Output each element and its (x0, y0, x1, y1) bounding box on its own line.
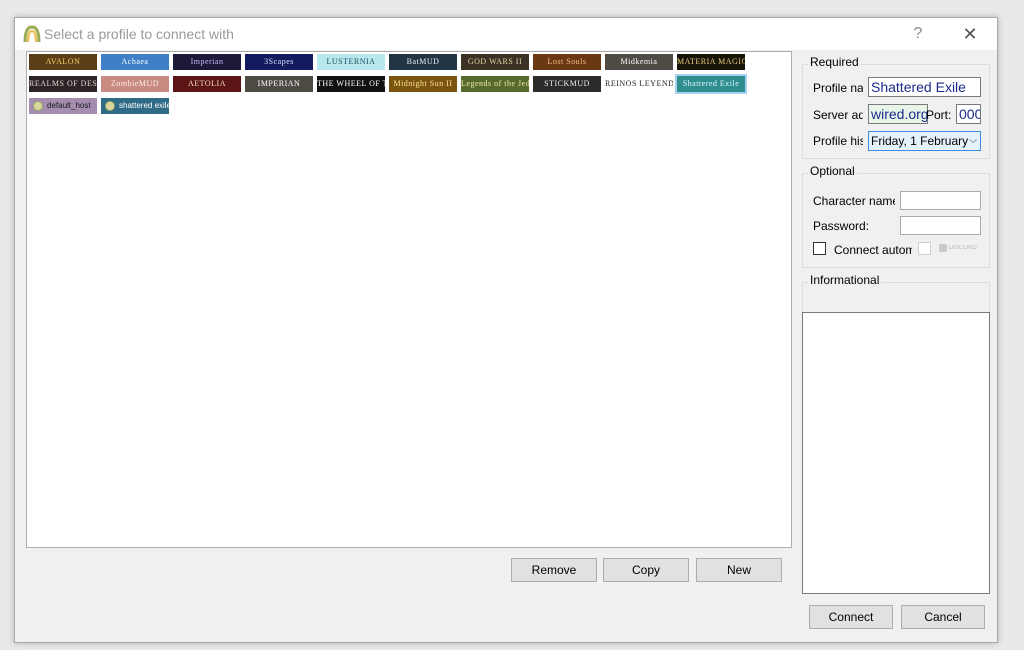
profile-name-label: Profile name: (813, 81, 863, 95)
profile-tile-selected[interactable]: Shattered Exile (675, 74, 747, 94)
cancel-button[interactable]: Cancel (901, 605, 985, 629)
informational-title: Informational (808, 273, 882, 287)
profile-tile[interactable]: Midkemia (605, 54, 673, 70)
password-label: Password: (813, 219, 870, 233)
autologin-label: Connect automatically (834, 243, 912, 257)
profile-tile[interactable]: Lost Souls (533, 54, 601, 70)
profile-tile[interactable]: Imperian (173, 54, 241, 70)
help-icon[interactable]: ? (903, 20, 933, 48)
new-button[interactable]: New (696, 558, 782, 582)
optional-title: Optional (808, 164, 857, 178)
copy-button[interactable]: Copy (603, 558, 689, 582)
mudlet-app-icon (23, 25, 41, 43)
profile-tile[interactable]: STICKMUD (533, 76, 601, 92)
profile-tile[interactable]: Achaea (101, 54, 169, 70)
window-title: Select a profile to connect with (44, 26, 234, 42)
profile-default-icon (105, 100, 115, 111)
discord-checkbox[interactable] (918, 242, 931, 255)
character-name-label: Character name: (813, 194, 895, 208)
profile-tile[interactable]: BatMUD (389, 54, 457, 70)
profile-tile[interactable]: default_host (29, 98, 97, 114)
profile-history-label: Profile history: (813, 134, 863, 148)
profile-tile[interactable]: GOD WARS II (461, 54, 529, 70)
connect-button[interactable]: Connect (809, 605, 893, 629)
profile-tile[interactable]: 3Scapes (245, 54, 313, 70)
profile-dialog: Select a profile to connect with ? ✕ AVA… (14, 17, 998, 643)
informational-textbox[interactable] (802, 312, 990, 594)
profile-tile[interactable]: Legends of the Jedi (461, 76, 529, 92)
required-title: Required (808, 55, 861, 69)
discord-label: DISCORD (949, 245, 977, 251)
profile-tile[interactable]: LUSTERNIA (317, 54, 385, 70)
profile-tile[interactable]: ZombieMUD (101, 76, 169, 92)
profile-list[interactable]: AVALON Achaea Imperian 3Scapes LUSTERNIA… (26, 51, 792, 548)
profile-tile[interactable]: IMPERIAN (245, 76, 313, 92)
profile-tile[interactable]: AETOLIA (173, 76, 241, 92)
password-input[interactable] (900, 216, 981, 235)
profile-tile[interactable]: REINOS LEYENDA (605, 76, 673, 92)
profile-tile[interactable]: AVALON (29, 54, 97, 70)
profile-tile[interactable]: MATERIA MAGICA (677, 54, 745, 70)
port-input[interactable]: 000 (956, 104, 981, 124)
chevron-down-icon: ⌵ (969, 135, 977, 146)
profile-tile[interactable]: Midnight Sun II (389, 76, 457, 92)
discord-icon (939, 244, 947, 252)
profile-default-icon (33, 100, 43, 111)
autologin-checkbox[interactable] (813, 242, 826, 255)
profile-tile[interactable]: REALMS OF DESPAIR (29, 76, 97, 92)
character-name-input[interactable] (900, 191, 981, 210)
profile-tile[interactable]: shattered exile (101, 98, 169, 114)
close-icon[interactable]: ✕ (953, 20, 987, 48)
port-label: Port: (926, 108, 952, 122)
profile-history-select[interactable]: Friday, 1 February ⌵ (868, 131, 981, 151)
server-address-input[interactable]: wired.org (868, 104, 928, 124)
informational-group: Informational (802, 273, 990, 314)
profile-tile[interactable]: THE WHEEL OF TIME MUD (317, 76, 385, 92)
profile-name-input[interactable]: Shattered Exile (868, 77, 981, 97)
title-bar: Select a profile to connect with ? ✕ (15, 18, 997, 50)
remove-button[interactable]: Remove (511, 558, 597, 582)
server-address-label: Server address: (813, 108, 863, 122)
